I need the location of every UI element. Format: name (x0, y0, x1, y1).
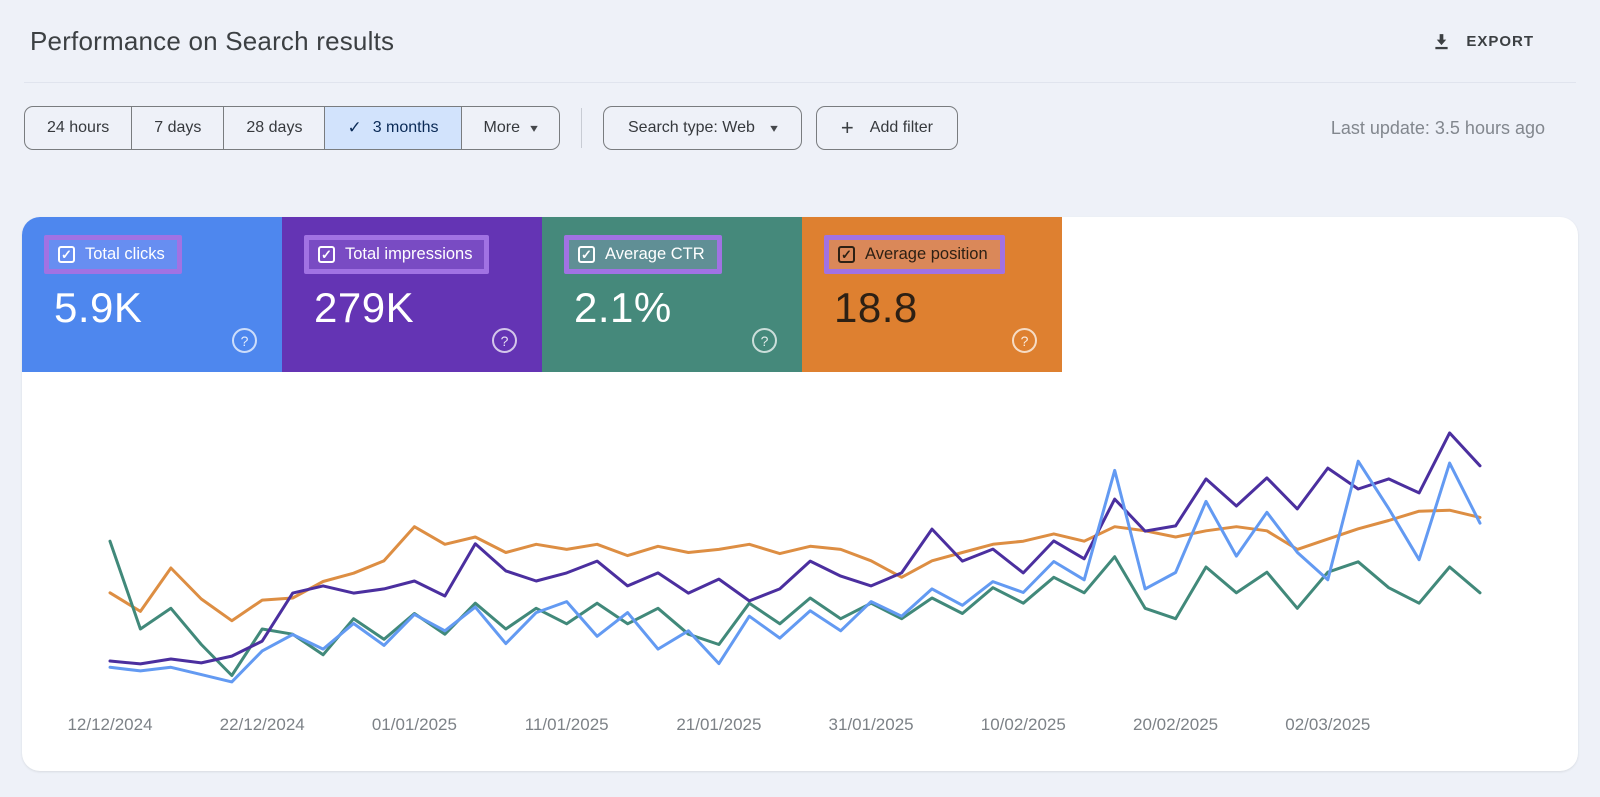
x-axis-tick-label: 11/01/2025 (525, 715, 609, 734)
metric-card-total-impressions[interactable]: ✓ Total impressions 279K ? (282, 217, 542, 372)
series-average-position (108, 508, 1482, 623)
range-7-days[interactable]: 7 days (131, 107, 223, 149)
page-header: Performance on Search results EXPORT (24, 0, 1576, 83)
help-icon[interactable]: ? (492, 328, 517, 353)
average-position-checkbox[interactable]: ✓ (838, 246, 855, 263)
x-axis-tick-label: 01/01/2025 (372, 715, 457, 734)
metric-label: Average position (865, 245, 988, 263)
range-label: 28 days (246, 119, 303, 136)
x-axis-tick-label: 31/01/2025 (829, 715, 914, 734)
last-update-text: Last update: 3.5 hours ago (1330, 117, 1545, 138)
series-total-impressions (108, 431, 1482, 666)
help-icon[interactable]: ? (232, 328, 257, 353)
date-range-control: 24 hours 7 days 28 days ✓ 3 months More … (24, 106, 560, 150)
metric-card-average-ctr[interactable]: ✓ Average CTR 2.1% ? (542, 217, 802, 372)
filter-toolbar: 24 hours 7 days 28 days ✓ 3 months More … (0, 106, 1600, 150)
annotation-highlight-box: ✓ Average CTR (564, 235, 722, 274)
metric-card-total-clicks[interactable]: ✓ Total clicks 5.9K ? (22, 217, 282, 372)
annotation-highlight-box: ✓ Average position (824, 235, 1005, 274)
annotation-highlight-box: ✓ Total impressions (304, 235, 490, 274)
range-label: 3 months (372, 119, 439, 136)
range-label: 7 days (154, 119, 202, 136)
range-24-hours[interactable]: 24 hours (25, 107, 131, 149)
metric-label: Total clicks (85, 245, 165, 263)
x-axis-tick-label: 21/01/2025 (676, 715, 761, 734)
average-ctr-checkbox[interactable]: ✓ (578, 246, 595, 263)
range-3-months[interactable]: ✓ 3 months (324, 107, 461, 149)
help-icon[interactable]: ? (1012, 328, 1037, 353)
range-28-days[interactable]: 28 days (223, 107, 324, 149)
total-clicks-checkbox[interactable]: ✓ (58, 246, 75, 263)
metric-label: Average CTR (605, 245, 705, 263)
x-axis-tick-label: 12/12/2024 (67, 715, 152, 734)
range-more-dropdown[interactable]: More ▾ (460, 107, 559, 149)
add-filter-button[interactable]: + Add filter (815, 106, 958, 150)
toolbar-divider (581, 108, 582, 148)
metric-cards-row: ✓ Total clicks 5.9K ? ✓ Total impression… (22, 217, 1578, 372)
check-icon: ✓ (347, 118, 362, 137)
range-label: 24 hours (47, 119, 110, 136)
help-icon[interactable]: ? (752, 328, 777, 353)
download-icon (1431, 31, 1452, 52)
metric-card-average-position[interactable]: ✓ Average position 18.8 ? (802, 217, 1062, 372)
range-label: More (483, 119, 520, 136)
total-impressions-checkbox[interactable]: ✓ (318, 246, 335, 263)
add-filter-label: Add filter (869, 119, 933, 136)
metric-label: Total impressions (345, 245, 473, 263)
performance-panel: ✓ Total clicks 5.9K ? ✓ Total impression… (22, 217, 1578, 771)
chevron-down-icon: ▾ (770, 121, 778, 135)
x-axis-tick-label: 10/02/2025 (981, 715, 1066, 734)
x-axis-tick-label: 20/02/2025 (1133, 715, 1218, 734)
export-button[interactable]: EXPORT (1431, 31, 1534, 52)
x-axis-tick-label: 02/03/2025 (1285, 715, 1370, 734)
search-type-label: Search type: Web (628, 119, 755, 136)
metric-value: 5.9K (54, 284, 143, 331)
metric-value: 279K (314, 284, 415, 331)
metric-value: 18.8 (834, 284, 918, 331)
page-title: Performance on Search results (30, 25, 395, 56)
search-type-dropdown[interactable]: Search type: Web ▾ (603, 106, 802, 150)
series-average-ctr (108, 539, 1482, 677)
performance-chart-svg[interactable]: 12/12/2024 22/12/2024 01/01/2025 11/01/2025… (22, 372, 1578, 771)
chevron-down-icon: ▾ (530, 121, 538, 135)
performance-chart[interactable]: 12/12/2024 22/12/2024 01/01/2025 11/01/2025… (22, 372, 1578, 771)
export-label: EXPORT (1466, 32, 1534, 50)
metric-value: 2.1% (574, 284, 672, 331)
annotation-highlight-box: ✓ Total clicks (44, 235, 182, 274)
plus-icon: + (840, 115, 854, 140)
x-axis-tick-label: 22/12/2024 (220, 715, 305, 734)
